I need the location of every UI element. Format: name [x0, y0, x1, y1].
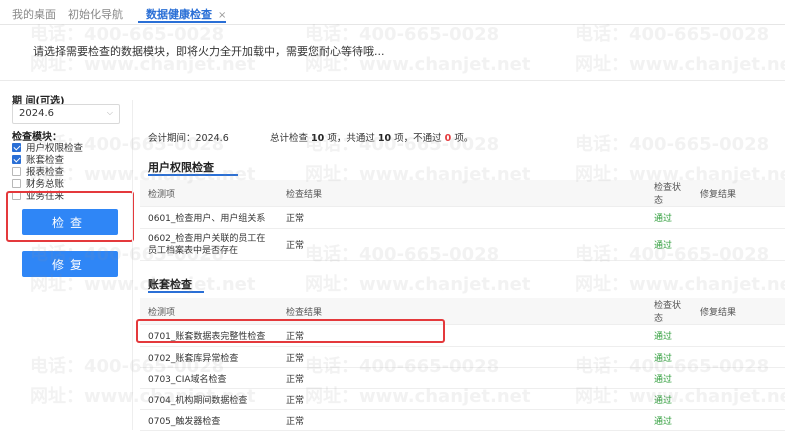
watermark-site: 网址：www.chanjet.net — [305, 274, 531, 295]
cell-fix — [692, 324, 785, 347]
cell-status: 通过 — [646, 346, 692, 368]
cell-status: 通过 — [646, 228, 692, 261]
cell-item: 0705_触发器检查 — [140, 409, 278, 431]
watermark-phone: 电话：400-665-0028 — [575, 134, 770, 155]
cell-status: 通过 — [646, 206, 692, 229]
highlight-box-row — [136, 319, 445, 343]
cell-result: 正常 — [278, 367, 646, 389]
cell-fix — [692, 388, 785, 410]
cell-result: 正常 — [278, 206, 646, 229]
account-set-table: 检测项 检查结果 检查状态 修复结果 0701_账套数据表完整性检查 正常 通过… — [140, 298, 785, 431]
cell-result: 正常 — [278, 228, 646, 261]
cell-status: 通过 — [646, 409, 692, 431]
summary-text: 项，共通过 — [327, 133, 375, 144]
header-divider — [0, 80, 785, 81]
checkbox-checked-icon[interactable] — [12, 154, 21, 164]
summary-total: 10 — [311, 133, 325, 144]
table-row: 0601_检查用户、用户组关系 正常 通过 — [140, 206, 785, 229]
summary-text: 项。 — [454, 133, 474, 144]
column-header: 检查状态 — [646, 180, 692, 207]
cell-result: 正常 — [278, 346, 646, 368]
summary-text: 总计检查 — [270, 133, 309, 144]
cell-fix — [692, 206, 785, 229]
instruction-text: 请选择需要检查的数据模块，即将火力全开加载中，需要您耐心等待哦... — [33, 45, 385, 58]
checkbox-checked-icon[interactable] — [12, 142, 21, 152]
checkbox-icon[interactable] — [12, 166, 21, 176]
section-title-user-permission: 用户权限检查 — [148, 161, 214, 174]
cell-item: 0702_账套库异常检查 — [140, 346, 278, 368]
period-select[interactable]: 2024.6 ⌵ — [12, 104, 120, 124]
table-row: 0702_账套库异常检查 正常 通过 — [140, 346, 785, 368]
table-row: 0602_检查用户关联的员工在员工档案表中是否存在 正常 通过 — [140, 228, 785, 261]
column-header: 修复结果 — [692, 298, 785, 325]
cell-item: 0601_检查用户、用户组关系 — [140, 206, 278, 229]
user-permission-table: 检测项 检查结果 检查状态 修复结果 0601_检查用户、用户组关系 正常 通过… — [140, 180, 785, 261]
cell-fix — [692, 409, 785, 431]
column-header: 检查结果 — [278, 180, 646, 207]
cell-item: 0602_检查用户关联的员工在员工档案表中是否存在 — [140, 228, 278, 261]
close-icon[interactable]: × — [218, 10, 226, 21]
checkbox-icon[interactable] — [12, 178, 21, 188]
section-underline — [148, 291, 204, 293]
highlight-box-check — [6, 191, 134, 242]
tab-init-nav[interactable]: 初始化导航 — [68, 6, 123, 22]
summary-failed: 0 — [444, 133, 452, 144]
table-row: 0704_机构期间数据检查 正常 通过 — [140, 388, 785, 410]
column-header: 检查状态 — [646, 298, 692, 325]
summary-text: 项，不通过 — [394, 133, 442, 144]
cell-fix — [692, 367, 785, 389]
column-header: 检测项 — [140, 180, 278, 207]
active-tab-indicator — [138, 21, 226, 23]
tab-label: 数据健康检查 — [146, 8, 212, 21]
section-underline — [148, 174, 238, 176]
tab-data-health-check[interactable]: 数据健康检查 × — [146, 6, 226, 22]
cell-item: 0704_机构期间数据检查 — [140, 388, 278, 410]
watermark-site: 网址：www.chanjet.net — [575, 274, 785, 295]
tab-my-desktop[interactable]: 我的桌面 — [12, 6, 56, 22]
panel-divider — [132, 100, 133, 430]
tab-bar: 我的桌面 初始化导航 数据健康检查 × — [0, 0, 785, 25]
cell-status: 通过 — [646, 367, 692, 389]
summary-counts: 总计检查 10 项，共通过 10 项，不通过 0 项。 — [270, 130, 473, 144]
cell-result: 正常 — [278, 388, 646, 410]
summary-period: 会计期间：2024.6 — [148, 133, 229, 144]
cell-fix — [692, 228, 785, 261]
summary-passed: 10 — [377, 133, 392, 144]
watermark-site: 网址：www.chanjet.net — [575, 54, 785, 75]
cell-status: 通过 — [646, 388, 692, 410]
repair-button[interactable]: 修复 — [22, 251, 118, 277]
table-row: 0705_触发器检查 正常 通过 — [140, 409, 785, 431]
table-row: 0703_CIA域名检查 正常 通过 — [140, 367, 785, 389]
cell-fix — [692, 346, 785, 368]
cell-result: 正常 — [278, 409, 646, 431]
column-header: 修复结果 — [692, 180, 785, 207]
cell-status: 通过 — [646, 324, 692, 347]
section-title-account-set: 账套检查 — [148, 278, 192, 291]
period-value: 2024.6 — [19, 108, 54, 119]
cell-item: 0703_CIA域名检查 — [140, 367, 278, 389]
table-header-row: 检测项 检查结果 检查状态 修复结果 — [140, 180, 785, 207]
chevron-down-icon: ⌵ — [106, 108, 113, 117]
